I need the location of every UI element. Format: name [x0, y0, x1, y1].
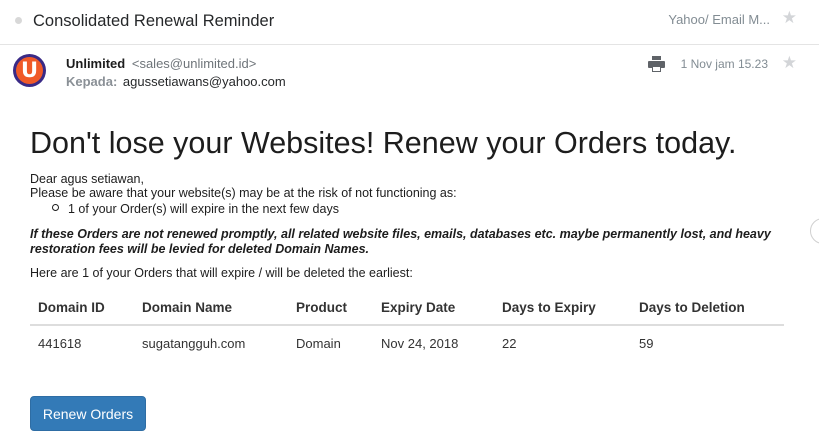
warning-text: If these Orders are not renewed promptly…	[30, 227, 771, 256]
message-header-bar: Consolidated Renewal Reminder Yahoo/ Ema…	[0, 0, 819, 45]
column-header-product: Product	[296, 300, 348, 315]
column-header-domain-name: Domain Name	[142, 300, 233, 315]
star-icon[interactable]: ★	[782, 9, 797, 26]
column-header-days-to-expiry: Days to Expiry	[502, 300, 596, 315]
table-row: 441618 sugatangguh.com Domain Nov 24, 20…	[30, 326, 784, 361]
message-date: 1 Nov jam 15.23	[680, 57, 768, 71]
email-headline: Don't lose your Websites! Renew your Ord…	[30, 126, 737, 160]
list-item-text: 1 of your Order(s) will expire in the ne…	[68, 202, 339, 216]
orders-table: Domain ID Domain Name Product Expiry Dat…	[30, 290, 784, 361]
star-icon[interactable]: ★	[782, 54, 797, 71]
avatar: U	[13, 54, 46, 87]
cell-domain-name: sugatangguh.com	[142, 336, 246, 351]
sender-email: <sales@unlimited.id>	[131, 56, 257, 71]
scroll-handle[interactable]	[810, 218, 819, 244]
message-subject: Consolidated Renewal Reminder	[33, 12, 275, 30]
column-header-expiry-date: Expiry Date	[381, 300, 456, 315]
aware-text: Please be aware that your website(s) may…	[30, 186, 457, 200]
list-item: 1 of your Order(s) will expire in the ne…	[52, 202, 339, 216]
sender-name[interactable]: Unlimited	[66, 56, 125, 71]
avatar-letter: U	[20, 58, 39, 82]
cell-domain-id: 441618	[38, 336, 82, 351]
recipient-line: Kepada: agussetiawans@yahoo.com	[66, 74, 286, 89]
sender-line: Unlimited <sales@unlimited.id>	[66, 56, 256, 71]
recipient-email: agussetiawans@yahoo.com	[122, 74, 286, 89]
folder-breadcrumb[interactable]: Yahoo/ Email M...	[668, 12, 770, 27]
unread-dot-icon	[15, 17, 22, 24]
renew-orders-button[interactable]: Renew Orders	[30, 396, 146, 431]
cell-days-to-deletion: 59	[639, 336, 654, 351]
table-header-row: Domain ID Domain Name Product Expiry Dat…	[30, 290, 784, 326]
cell-expiry-date: Nov 24, 2018	[381, 336, 459, 351]
print-icon[interactable]	[648, 56, 665, 72]
greeting-text: Dear agus setiawan,	[30, 172, 144, 186]
recipient-label: Kepada:	[66, 74, 118, 89]
orders-intro-text: Here are 1 of your Orders that will expi…	[30, 266, 413, 280]
column-header-domain-id: Domain ID	[38, 300, 105, 315]
bullet-icon	[52, 204, 59, 211]
cell-days-to-expiry: 22	[502, 336, 517, 351]
column-header-days-to-deletion: Days to Deletion	[639, 300, 745, 315]
cell-product: Domain	[296, 336, 341, 351]
